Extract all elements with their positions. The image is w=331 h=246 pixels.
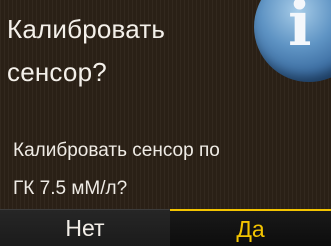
calibration-dialog-screen: Калибровать сенсор? i Калибровать сенсор… xyxy=(0,0,331,246)
dialog-message-line-2: ГК 7.5 мМ/л? xyxy=(13,178,128,199)
dialog-title-line-1: Калибровать xyxy=(7,14,166,44)
dialog-message-line-1: Калибровать сенсор по xyxy=(13,140,220,161)
no-button[interactable]: Нет xyxy=(0,209,170,246)
dialog-title-line-2: сенсор? xyxy=(7,57,107,87)
button-bar: Нет Да xyxy=(0,209,331,246)
yes-button[interactable]: Да xyxy=(170,209,331,246)
info-glyph: i xyxy=(288,0,312,60)
info-icon: i xyxy=(254,0,331,82)
